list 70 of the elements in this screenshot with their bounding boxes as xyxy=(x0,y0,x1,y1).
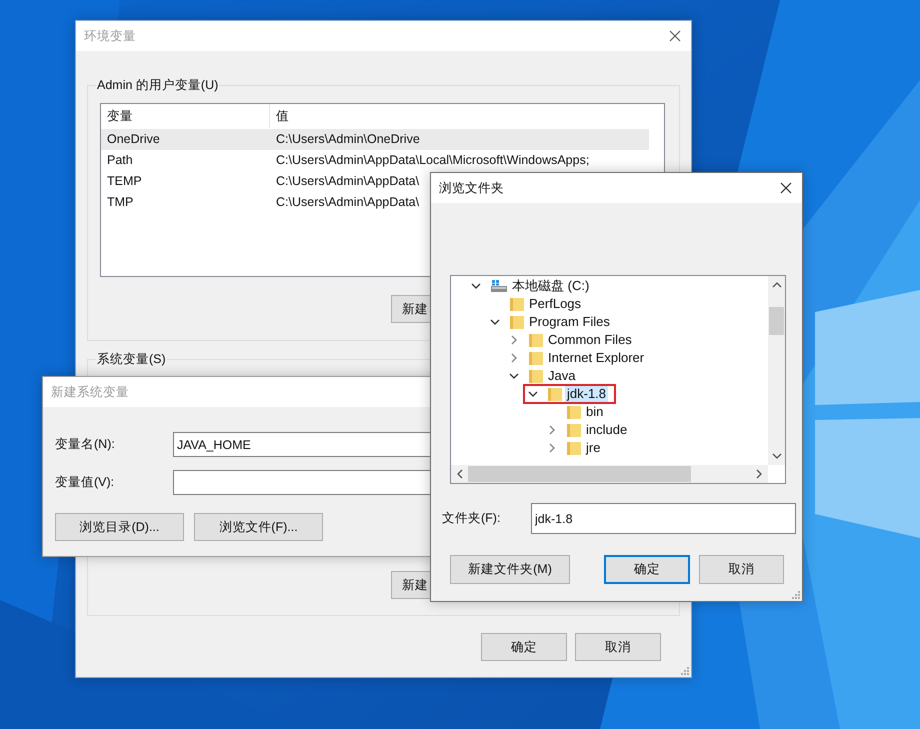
variable-row[interactable]: OneDrive C:\Users\Admin\OneDrive xyxy=(101,129,649,150)
tree-item[interactable]: jdk-1.8 xyxy=(565,386,608,402)
expand-chevron-icon[interactable] xyxy=(509,335,519,345)
folder-icon xyxy=(566,440,582,456)
scroll-down-icon[interactable] xyxy=(772,452,782,460)
field-label: 变量名(N): xyxy=(55,436,116,453)
tree-item[interactable]: 本地磁盘 (C:) xyxy=(510,278,592,294)
table-cell-text: C:\Users\Admin\AppData\ xyxy=(275,173,420,190)
dialog-button[interactable]: 确定 xyxy=(604,555,690,584)
tree-item[interactable]: PerfLogs xyxy=(527,296,584,312)
folder-icon xyxy=(509,296,525,312)
table-cell-text: C:\Users\Admin\AppData\Local\Microsoft\WindowsApps; xyxy=(275,152,590,169)
collapse-chevron-icon[interactable] xyxy=(509,371,519,381)
resize-grip-icon[interactable] xyxy=(680,666,689,675)
resize-grip-icon[interactable] xyxy=(791,590,800,599)
scroll-right-icon[interactable] xyxy=(755,469,763,479)
tree-item[interactable]: Program Files xyxy=(527,314,612,330)
dialog-button[interactable]: 确定 xyxy=(481,633,567,661)
dialog-button[interactable]: 新建文件夹(M) xyxy=(450,555,570,584)
scroll-left-icon[interactable] xyxy=(456,469,464,479)
table-cell-text: Path xyxy=(106,152,134,169)
folder-icon xyxy=(566,422,582,438)
window-title: 新建系统变量 xyxy=(51,384,129,400)
tree-item[interactable]: Internet Explorer xyxy=(546,350,646,366)
variable-row[interactable]: Path C:\Users\Admin\AppData\Local\Microsoft\WindowsApps; xyxy=(101,150,649,171)
table-cell-text: OneDrive xyxy=(106,131,161,148)
folder-icon xyxy=(528,332,544,348)
group-label: 系统变量(S) xyxy=(96,351,167,367)
dialog-button[interactable]: 取消 xyxy=(699,555,784,584)
table-cell-text: C:\Users\Admin\OneDrive xyxy=(275,131,420,148)
table-cell-text: C:\Users\Admin\AppData\ xyxy=(275,194,420,211)
column-header[interactable]: 值 xyxy=(270,104,289,128)
collapse-chevron-icon[interactable] xyxy=(528,389,538,399)
scroll-thumb[interactable] xyxy=(769,306,784,334)
dialog-button[interactable]: 取消 xyxy=(575,633,661,661)
browse-button[interactable]: 浏览目录(D)... xyxy=(55,513,184,541)
vertical-scrollbar[interactable] xyxy=(768,276,785,465)
close-icon[interactable] xyxy=(669,30,681,42)
folder-icon xyxy=(566,404,582,420)
collapse-chevron-icon[interactable] xyxy=(490,317,500,327)
tree-item[interactable]: Common Files xyxy=(546,332,634,348)
tree-item[interactable]: jre xyxy=(584,440,602,456)
scroll-thumb[interactable] xyxy=(468,466,691,482)
field-label: 文件夹(F): xyxy=(442,510,502,527)
folder-icon xyxy=(528,350,544,366)
expand-chevron-icon[interactable] xyxy=(547,425,557,435)
folder-field[interactable]: jdk-1.8 xyxy=(531,503,796,534)
input-field[interactable] xyxy=(173,470,433,495)
tree-item[interactable]: bin xyxy=(584,404,606,420)
expand-chevron-icon[interactable] xyxy=(547,443,557,453)
field-label: 变量值(V): xyxy=(55,474,116,491)
window-title: 环境变量 xyxy=(84,28,136,44)
input-field[interactable]: JAVA_HOME xyxy=(173,432,433,457)
tree-item[interactable]: Java xyxy=(546,368,578,384)
window-title: 浏览文件夹 xyxy=(439,180,504,196)
table-cell-text: TEMP xyxy=(106,173,143,190)
close-icon[interactable] xyxy=(780,182,792,194)
folder-icon xyxy=(547,386,563,402)
group-label: Admin 的用户变量(U) xyxy=(96,77,220,93)
collapse-chevron-icon[interactable] xyxy=(471,281,481,291)
scroll-up-icon[interactable] xyxy=(772,281,782,289)
tree-item[interactable]: include xyxy=(584,422,630,438)
browse-button[interactable]: 浏览文件(F)... xyxy=(194,513,323,541)
column-header[interactable]: 变量 xyxy=(101,104,270,128)
drive-icon xyxy=(490,279,508,293)
horizontal-scrollbar[interactable] xyxy=(451,465,768,483)
table-cell-text: TMP xyxy=(106,194,134,211)
expand-chevron-icon[interactable] xyxy=(509,353,519,363)
folder-icon xyxy=(528,368,544,384)
folder-icon xyxy=(509,314,525,330)
